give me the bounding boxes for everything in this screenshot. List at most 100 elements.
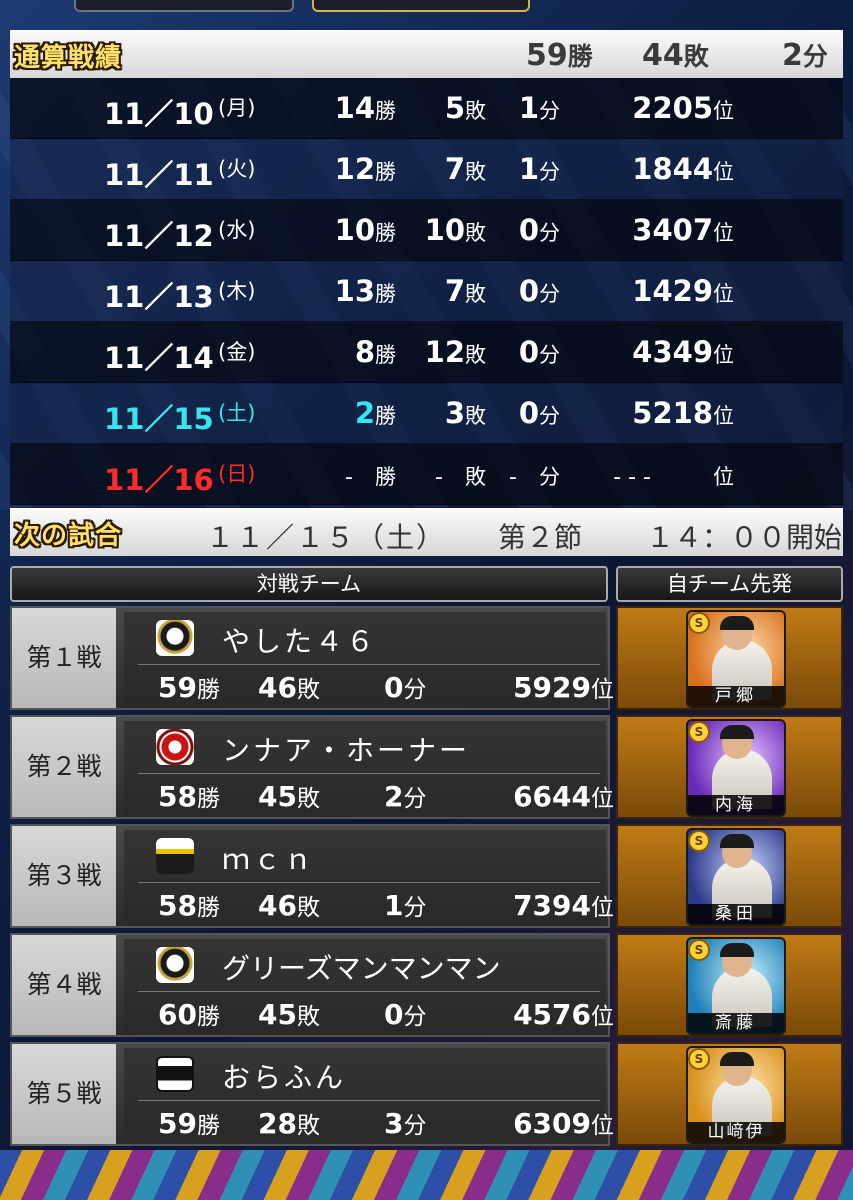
row-draws: -分 [509, 465, 560, 490]
team-logo-icon [156, 620, 194, 656]
starter-player-card[interactable]: S 桑田 [686, 828, 786, 926]
row-weekday: (水) [218, 218, 256, 242]
opponent-info: おらふん 59勝 28敗 3分 6309位 [124, 1048, 614, 1140]
opponent-losses: 46敗 [258, 671, 320, 704]
match-number: 第２戦 [12, 717, 116, 817]
match-number: 第４戦 [12, 935, 116, 1035]
rank-badge-icon: S [688, 830, 710, 852]
row-draws: 0分 [518, 335, 560, 369]
opponent-team-name: ｍｃｎ [222, 843, 316, 876]
player-cap [720, 1052, 754, 1066]
overall-record-title: 通算戦績 [14, 43, 123, 73]
opponent-draws: 3分 [384, 1107, 427, 1140]
opponent-info: やした４６ 59勝 46敗 0分 5929位 [124, 612, 614, 704]
row-rank: 3407位 [632, 213, 734, 247]
next-match-header: 次の試合 １１／１５（土） 第２節 １４：００開始 [10, 508, 843, 556]
row-losses: 7敗 [444, 152, 486, 186]
row-date: 11／10 [104, 97, 214, 131]
rank-badge-icon: S [688, 721, 710, 743]
divider [138, 882, 600, 883]
opponent-draws: 0分 [384, 998, 427, 1031]
row-date: 11／13 [104, 280, 214, 314]
row-losses: 3敗 [444, 396, 486, 430]
opponent-info: ｍｃｎ 58勝 46敗 1分 7394位 [124, 830, 614, 922]
match-info-panel[interactable]: 第４戦 グリーズマンマンマン 60勝 45敗 0分 4576位 [10, 933, 614, 1037]
daily-row: 11／11 (火) 12勝 7敗 1分 1844位 [10, 139, 843, 200]
player-cap [720, 616, 754, 630]
row-losses: 12敗 [424, 335, 486, 369]
row-date: 11／12 [104, 219, 214, 253]
opponent-column-header: 対戦チーム [10, 566, 608, 602]
opponent-rank: 6309位 [513, 1107, 614, 1140]
row-rank: 4349位 [632, 335, 734, 369]
divider [138, 991, 600, 992]
daily-record-list: 11／10 (月) 14勝 5敗 1分 2205位 11／11 (火) 12勝 … [10, 78, 843, 505]
row-rank: - - -位 [613, 465, 734, 490]
row-weekday: (木) [218, 279, 256, 303]
row-wins: -勝 [345, 465, 396, 490]
match-row[interactable]: 第３戦 ｍｃｎ 58勝 46敗 1分 7394位 S 桑田 [10, 824, 843, 928]
starter-player-card[interactable]: S 内海 [686, 719, 786, 817]
top-tab-right[interactable] [312, 0, 530, 12]
starter-player-card[interactable]: S 斎藤 [686, 937, 786, 1035]
overall-record-header: 通算戦績 59勝 44敗 2分 [10, 30, 843, 78]
team-logo-icon [156, 838, 194, 874]
match-info-panel[interactable]: 第２戦 ンナア・ホーナー 58勝 45敗 2分 6644位 [10, 715, 614, 819]
row-losses: -敗 [435, 465, 486, 490]
rank-badge-icon: S [688, 612, 710, 634]
row-weekday: (火) [218, 157, 256, 181]
starter-name: 山﨑伊 [688, 1122, 784, 1142]
daily-row: 11／12 (水) 10勝 10敗 0分 3407位 [10, 200, 843, 261]
rank-badge-icon: S [688, 1048, 710, 1070]
row-losses: 10敗 [424, 213, 486, 247]
opponent-draws: 1分 [384, 889, 427, 922]
divider [138, 1100, 600, 1101]
match-number: 第３戦 [12, 826, 116, 926]
match-info-panel[interactable]: 第５戦 おらふん 59勝 28敗 3分 6309位 [10, 1042, 614, 1146]
starter-player-card[interactable]: S 山﨑伊 [686, 1046, 786, 1144]
opponent-team-name: おらふん [222, 1061, 347, 1094]
opponent-wins: 60勝 [158, 998, 220, 1031]
opponent-wins: 58勝 [158, 780, 220, 813]
match-info-panel[interactable]: 第３戦 ｍｃｎ 58勝 46敗 1分 7394位 [10, 824, 614, 928]
starter-panel[interactable]: S 桑田 [616, 824, 843, 928]
team-logo-icon [156, 1056, 194, 1092]
row-rank: 1844位 [632, 152, 734, 186]
opponent-rank: 7394位 [513, 889, 614, 922]
daily-row: 11／13 (木) 13勝 7敗 0分 1429位 [10, 261, 843, 322]
top-tab-left[interactable] [74, 0, 294, 12]
row-wins: 12勝 [334, 152, 396, 186]
starter-column-header: 自チーム先発 [616, 566, 843, 602]
row-date: 11／14 [104, 341, 214, 375]
starter-panel[interactable]: S 斎藤 [616, 933, 843, 1037]
row-date: 11／11 [104, 158, 214, 192]
match-number: 第５戦 [12, 1044, 116, 1144]
row-rank: 2205位 [632, 91, 734, 125]
opponent-wins: 58勝 [158, 889, 220, 922]
starter-player-card[interactable]: S 戸郷 [686, 610, 786, 708]
team-logo-icon [156, 947, 194, 983]
starter-panel[interactable]: S 内海 [616, 715, 843, 819]
starter-name: 内海 [688, 795, 784, 815]
opponent-info: グリーズマンマンマン 60勝 45敗 0分 4576位 [124, 939, 614, 1031]
match-row[interactable]: 第４戦 グリーズマンマンマン 60勝 45敗 0分 4576位 S 斎藤 [10, 933, 843, 1037]
starter-panel[interactable]: S 山﨑伊 [616, 1042, 843, 1146]
opponent-team-name: ンナア・ホーナー [222, 734, 471, 767]
match-row[interactable]: 第１戦 やした４６ 59勝 46敗 0分 5929位 S 戸郷 [10, 606, 843, 710]
player-cap [720, 725, 754, 739]
starter-panel[interactable]: S 戸郷 [616, 606, 843, 710]
opponent-losses: 28敗 [258, 1107, 320, 1140]
match-row[interactable]: 第２戦 ンナア・ホーナー 58勝 45敗 2分 6644位 S 内海 [10, 715, 843, 819]
daily-row-today: 11／15 (土) 2勝 3敗 0分 5218位 [10, 383, 843, 444]
starter-name: 斎藤 [688, 1013, 784, 1033]
next-match-start-time: １４：００開始 [646, 521, 843, 554]
player-cap [720, 943, 754, 957]
row-losses: 7敗 [444, 274, 486, 308]
game-screen: 通算戦績 59勝 44敗 2分 11／10 (月) 14勝 5敗 1分 2205… [0, 0, 853, 1200]
opponent-wins: 59勝 [158, 1107, 220, 1140]
row-weekday: (土) [218, 401, 256, 425]
match-row[interactable]: 第５戦 おらふん 59勝 28敗 3分 6309位 S 山﨑伊 [10, 1042, 843, 1146]
opponent-rank: 5929位 [513, 671, 614, 704]
opponent-draws: 0分 [384, 671, 427, 704]
match-info-panel[interactable]: 第１戦 やした４６ 59勝 46敗 0分 5929位 [10, 606, 614, 710]
